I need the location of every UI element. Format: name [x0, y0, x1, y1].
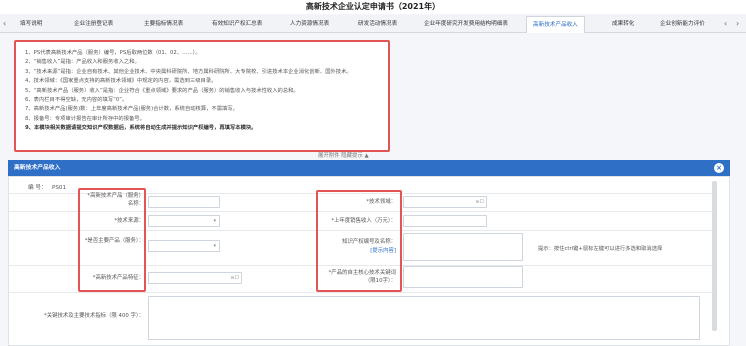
picker-icon[interactable]: ≥☐ — [475, 199, 484, 205]
note-line: 2、“销售收入”是指：产品收入和服务收入之和。 — [25, 59, 140, 66]
note-line: 4、技术领域：《国家重点支持的高新技术领域》中规定的内容，需选到三级目录。 — [25, 78, 217, 85]
tab-registration[interactable]: 企业注册登记表 — [74, 15, 113, 33]
highlight-box — [316, 190, 402, 292]
chevron-left-icon[interactable]: ‹ — [3, 15, 6, 33]
note-line: 5、“高新技术产品（服务）收入”是指：企业符合《重点领域》要求的产品（服务）的销… — [25, 87, 299, 94]
window-title: 高新技术企业认定申请书（2021年） — [0, 0, 746, 14]
close-icon[interactable]: × — [714, 163, 724, 173]
core-tech-input[interactable] — [403, 266, 523, 288]
row-divider — [8, 292, 713, 293]
dialog-title: 高新技术产品收入 — [8, 160, 730, 176]
note-line: 3、“技术来源”是指：企业自有技术、其他企业技术、中央属科研院所、地方属科研院所… — [25, 68, 352, 75]
product-feature-input[interactable]: ≥☐ — [148, 272, 242, 284]
tab-innovation-eval[interactable]: 企业创新能力评价 — [660, 15, 705, 33]
revenue-input[interactable] — [403, 215, 487, 227]
chevron-down-icon: ▾ — [213, 218, 216, 224]
tab-hr[interactable]: 人力资源情况表 — [290, 15, 329, 33]
tab-rd-activities[interactable]: 研发活动情况表 — [358, 15, 397, 33]
tab-bar: ‹ 填写说明 企业注册登记表 主要指标情况表 有效知识产权汇总表 人力资源情况表… — [0, 15, 746, 33]
chevron-down-icon: ▾ — [213, 243, 216, 249]
toggle-hints-link[interactable]: 展开附件 隐藏提示 ▲ — [318, 151, 369, 159]
note-line: 6、表内栏目不得空缺，无内容的填写“0”。 — [25, 97, 128, 104]
instructions-box: 1、PS代表高新技术产品（服务）编号，PS后取两位数（01、02、……）。 2、… — [14, 40, 390, 152]
number-value: PS01 — [52, 185, 67, 191]
main-product-select[interactable]: ▾ — [148, 240, 220, 252]
chevron-left-icon[interactable]: ‹ — [724, 15, 727, 33]
number-label: 编 号： — [28, 185, 47, 191]
key-tech-textarea[interactable] — [148, 296, 700, 340]
product-name-input[interactable] — [148, 196, 220, 208]
tab-ip-summary[interactable]: 有效知识产权汇总表 — [212, 15, 262, 33]
ip-multiselect[interactable] — [403, 233, 523, 261]
note-line: 9、本模块相关数据请提交知识产权数据后，系统将自动生成并提示知识产权编号，再填写… — [25, 125, 257, 132]
scrollbar[interactable] — [712, 181, 717, 331]
note-line: 1、PS代表高新技术产品（服务）编号，PS后取两位数（01、02、……）。 — [25, 50, 201, 56]
tech-source-select[interactable]: ▾ — [148, 215, 220, 227]
note-line: 7、高新技术产品(服务)数：上年度高新技术产品(服务)合计数，系统自动核算，不需… — [25, 106, 238, 113]
tech-field-input[interactable]: ≥☐ — [403, 196, 487, 208]
tab-instructions[interactable]: 填写说明 — [20, 15, 42, 33]
key-tech-label: *关键技术及主要技术指标（限 400 字）： — [44, 313, 144, 319]
tab-achievements[interactable]: 成果转化 — [612, 15, 634, 33]
tab-high-tech-revenue[interactable]: 高新技术产品收入 — [526, 16, 585, 33]
tab-main-indicators[interactable]: 主要指标情况表 — [144, 15, 183, 33]
note-line: 8、报备号：专项审计报告在审计所存中的报备号。 — [25, 115, 145, 122]
chevron-right-icon[interactable]: › — [736, 15, 739, 33]
highlight-box — [78, 188, 146, 292]
tab-rd-expense[interactable]: 企业年度研究开发费用结构明细表 — [424, 15, 508, 33]
picker-icon[interactable]: ≥☐ — [230, 275, 239, 281]
ip-select-hint: 提示：按住ctrl键+鼠标左键可以进行多选和取消选择 — [538, 246, 663, 252]
